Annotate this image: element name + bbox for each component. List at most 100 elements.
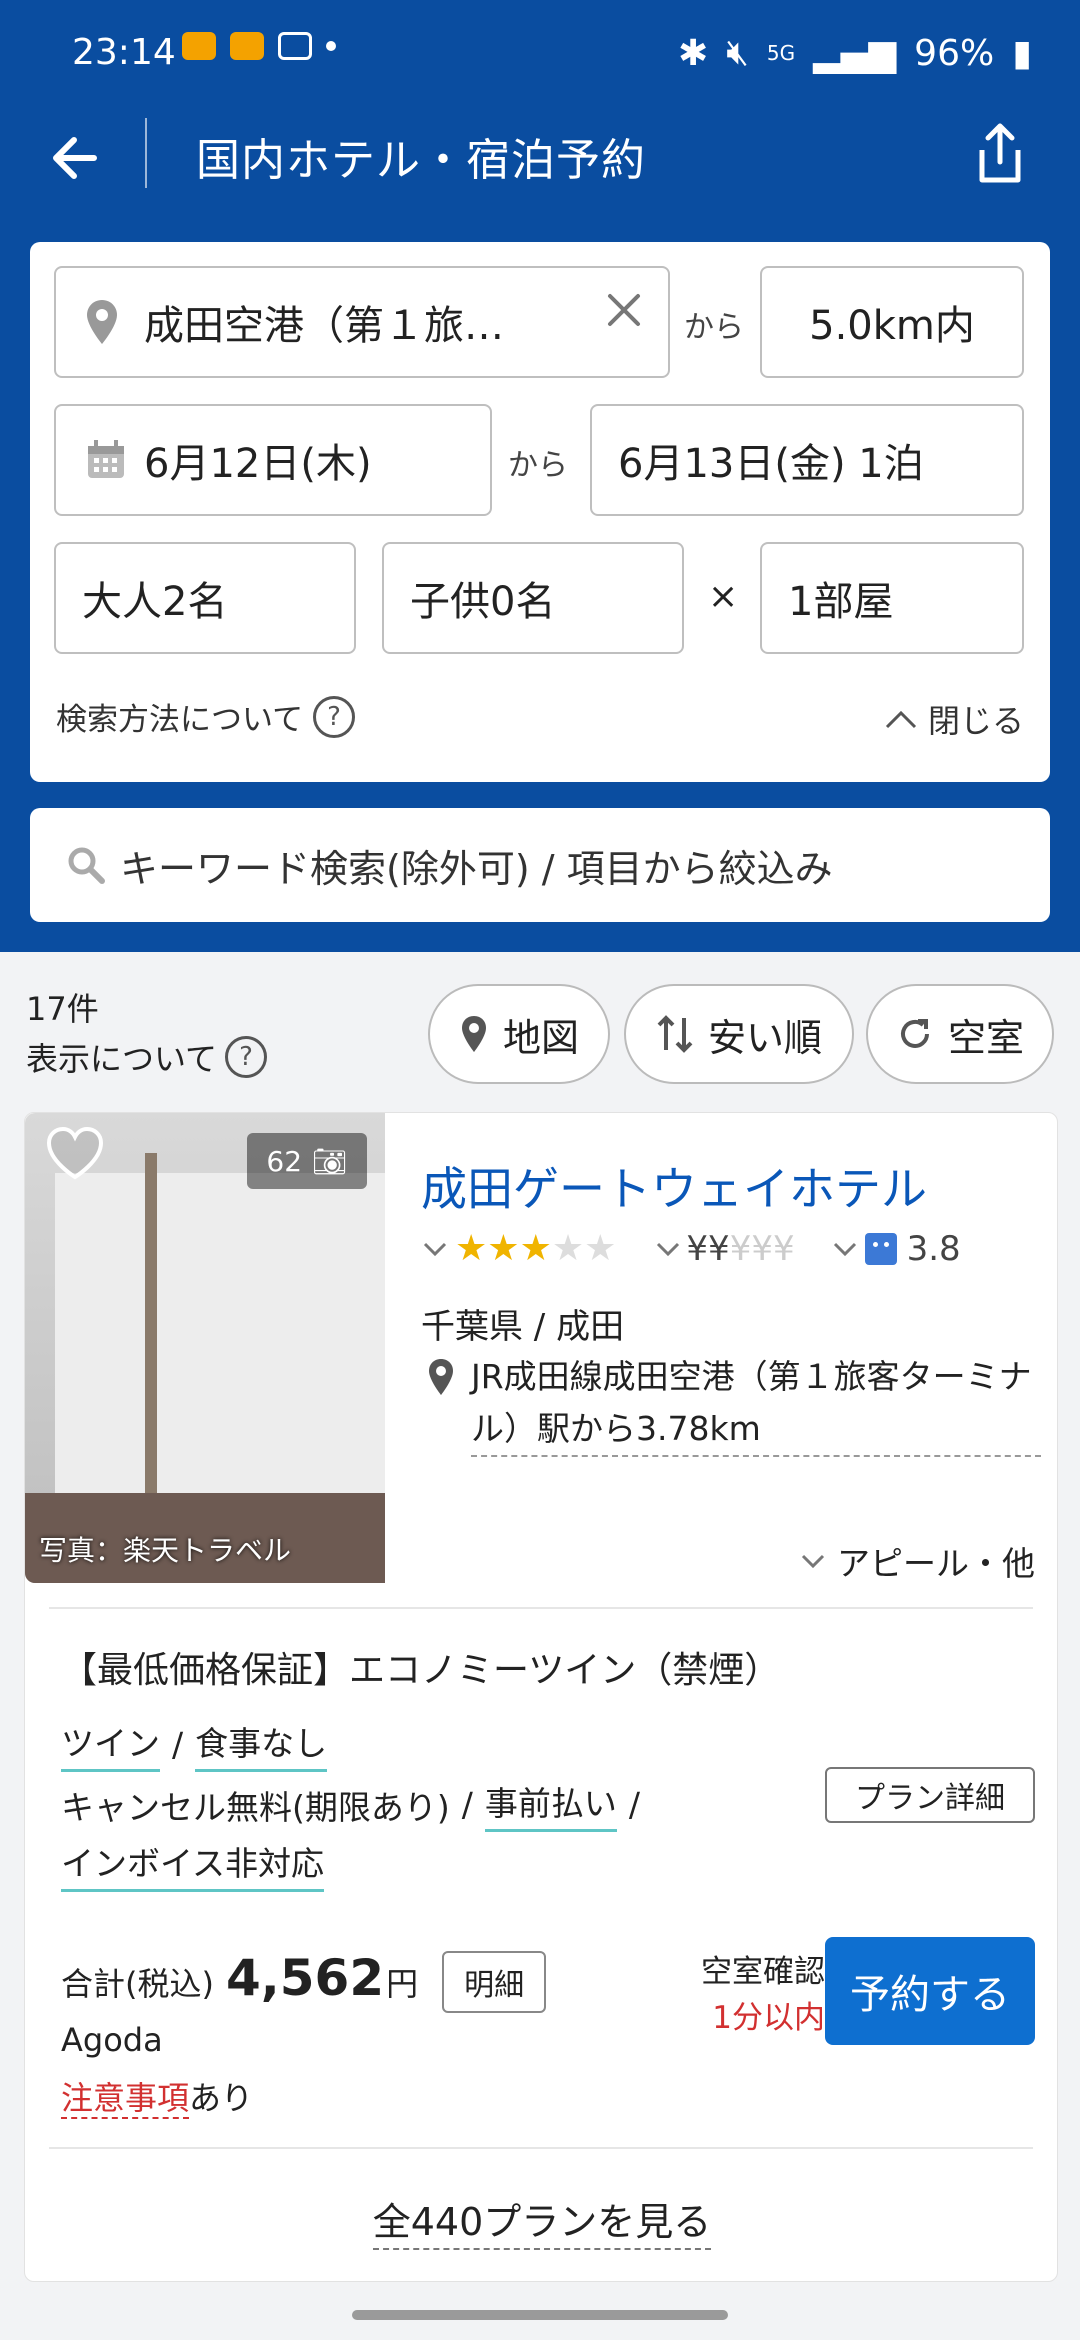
- clear-icon[interactable]: [604, 290, 644, 330]
- slash: /: [172, 1725, 184, 1764]
- app-notif-icon: [230, 32, 264, 60]
- chevron-down-icon: [801, 1554, 825, 1569]
- meal-tag[interactable]: 食事なし: [195, 1717, 328, 1772]
- chevron-down-icon[interactable]: [421, 1235, 449, 1263]
- distance-select[interactable]: 5.0km内: [760, 266, 1024, 378]
- keyword-search-bar[interactable]: キーワード検索(除外可) / 項目から絞込み: [30, 808, 1050, 922]
- location-field[interactable]: 成田空港（第１旅…: [54, 266, 670, 378]
- star-rating: ★★★★★: [455, 1229, 616, 1269]
- calendar-notif-icon: [278, 32, 312, 60]
- checkout-value: 6月13日(金) 1泊: [618, 441, 924, 487]
- yen-icon: ¥: [772, 1229, 795, 1269]
- plan-tags-row-3: インボイス非対応: [61, 1837, 325, 1892]
- hotel-photo[interactable]: 62 📷︎ 写真：楽天トラベル: [25, 1113, 385, 1583]
- all-plans-label: 全440プランを見る: [372, 2200, 712, 2250]
- location-value: 成田空港（第１旅…: [144, 303, 504, 349]
- checkout-field[interactable]: 6月13日(金) 1泊: [590, 404, 1024, 516]
- app-bar: 国内ホテル・宿泊予約: [0, 108, 1080, 228]
- map-pin-icon: [461, 1016, 486, 1052]
- result-count: 17件: [26, 990, 99, 1028]
- rooms-select[interactable]: 1部屋: [760, 542, 1024, 654]
- share-icon[interactable]: [972, 118, 1028, 188]
- hotel-name-link[interactable]: 成田ゲートウェイホテル: [421, 1153, 927, 1219]
- availability-info: 空室確認 1分以内: [665, 1949, 825, 2041]
- chevron-down-icon[interactable]: [654, 1235, 682, 1263]
- photo-credit: 写真：楽天トラベル: [39, 1534, 292, 1567]
- avail-time: 1分以内: [712, 2000, 825, 2036]
- checkin-field[interactable]: 6月12日(木): [54, 404, 492, 516]
- plan-detail-button[interactable]: プラン詳細: [825, 1767, 1035, 1823]
- page-title: 国内ホテル・宿泊予約: [196, 135, 646, 186]
- display-note-link[interactable]: 表示について ?: [26, 1034, 268, 1080]
- photo-building: [55, 1173, 385, 1503]
- provider-name: Agoda: [61, 2021, 163, 2059]
- battery-icon: ▮: [1012, 32, 1032, 74]
- children-select[interactable]: 子供0名: [382, 542, 684, 654]
- close-search-button[interactable]: 閉じる: [884, 696, 1024, 742]
- divider: [49, 1607, 1033, 1609]
- adults-value: 大人2名: [82, 579, 228, 625]
- divider: [49, 2147, 1033, 2149]
- slash: /: [461, 1785, 473, 1824]
- invoice-tag[interactable]: インボイス非対応: [61, 1837, 325, 1892]
- cancel-policy: キャンセル無料(期限あり): [61, 1787, 450, 1827]
- vacancy-label: 空室: [947, 1015, 1024, 1060]
- room-type-tag[interactable]: ツイン: [61, 1717, 160, 1772]
- map-button[interactable]: 地図: [428, 984, 610, 1084]
- home-indicator[interactable]: [352, 2310, 728, 2320]
- hotel-card: 62 📷︎ 写真：楽天トラベル 成田ゲートウェイホテル ★★★★★ ¥¥¥¥¥ …: [24, 1112, 1058, 2282]
- battery-text: 96%: [914, 32, 995, 74]
- access-info[interactable]: JR成田線成田空港（第１旅客ターミナル）駅から3.78km: [421, 1351, 1041, 1457]
- sort-label: 安い順: [707, 1015, 822, 1060]
- all-plans-link[interactable]: 全440プランを見る: [25, 2191, 1059, 2250]
- from-label-2: から: [508, 448, 568, 483]
- star-icon: ★: [519, 1228, 552, 1269]
- vacancy-refresh-button[interactable]: 空室: [866, 984, 1054, 1084]
- appbar-divider: [145, 118, 147, 188]
- keyword-search-label: キーワード検索(除外可) / 項目から絞込み: [120, 846, 833, 891]
- system-icons: ✱ 🔇︎ 5G ▂▄▆ 96% ▮: [678, 32, 1032, 74]
- appeal-toggle[interactable]: アピール・他: [799, 1537, 1035, 1585]
- calendar-icon: [88, 440, 124, 478]
- payment-tag[interactable]: 事前払い: [484, 1777, 617, 1832]
- photo-tree: [145, 1153, 157, 1533]
- status-time: 23:14: [72, 32, 176, 73]
- search-help-link[interactable]: 検索方法について ?: [56, 694, 356, 739]
- network-label: 5G: [766, 41, 796, 65]
- close-label: 閉じる: [927, 702, 1024, 740]
- map-label: 地図: [502, 1015, 579, 1060]
- prefecture: 千葉県 / 成田: [421, 1307, 625, 1347]
- star-icon: ★: [455, 1228, 488, 1269]
- review-face-icon: [864, 1233, 897, 1265]
- star-icon: ★: [487, 1228, 520, 1269]
- total-price-row: 合計(税込) 4,562 円 明細: [61, 1949, 547, 2013]
- header-area: 23:14 ✱ 🔇︎ 5G ▂▄▆ 96% ▮ 国内ホテル・宿泊予約 成田空港（…: [0, 0, 1080, 952]
- chevron-up-icon: [885, 710, 917, 729]
- search-icon: [68, 847, 105, 884]
- refresh-icon: [901, 1019, 929, 1048]
- review-score: 3.8: [906, 1229, 961, 1269]
- notice-link[interactable]: 注意事項: [61, 2079, 190, 2119]
- status-bar: 23:14 ✱ 🔇︎ 5G ▂▄▆ 96% ▮: [0, 0, 1080, 100]
- back-arrow-icon[interactable]: [44, 126, 108, 190]
- appeal-label: アピール・他: [837, 1544, 1035, 1583]
- notice-rest: あり: [189, 2079, 254, 2117]
- book-button[interactable]: 予約する: [825, 1937, 1035, 2045]
- adults-select[interactable]: 大人2名: [54, 542, 356, 654]
- from-label: から: [684, 310, 744, 345]
- chevron-down-icon[interactable]: [831, 1235, 859, 1263]
- breakdown-button[interactable]: 明細: [442, 1951, 547, 2013]
- mute-icon: 🔇︎: [726, 32, 749, 73]
- location-pin-icon: [87, 300, 117, 344]
- photo-count-badge: 62 📷︎: [247, 1133, 367, 1189]
- plan-tags-row-1: ツイン / 食事なし: [61, 1717, 328, 1772]
- rooms-value: 1部屋: [788, 579, 894, 625]
- yen-icon: ¥: [729, 1229, 752, 1269]
- yen-icon: ¥: [686, 1229, 709, 1269]
- bluetooth-icon: ✱: [678, 32, 709, 74]
- total-price: 4,562: [225, 1949, 385, 2007]
- times-sign: ×: [708, 576, 739, 617]
- sort-button[interactable]: 安い順: [624, 984, 854, 1084]
- favorite-heart-icon[interactable]: [45, 1125, 105, 1181]
- location-pin-icon: [429, 1359, 453, 1395]
